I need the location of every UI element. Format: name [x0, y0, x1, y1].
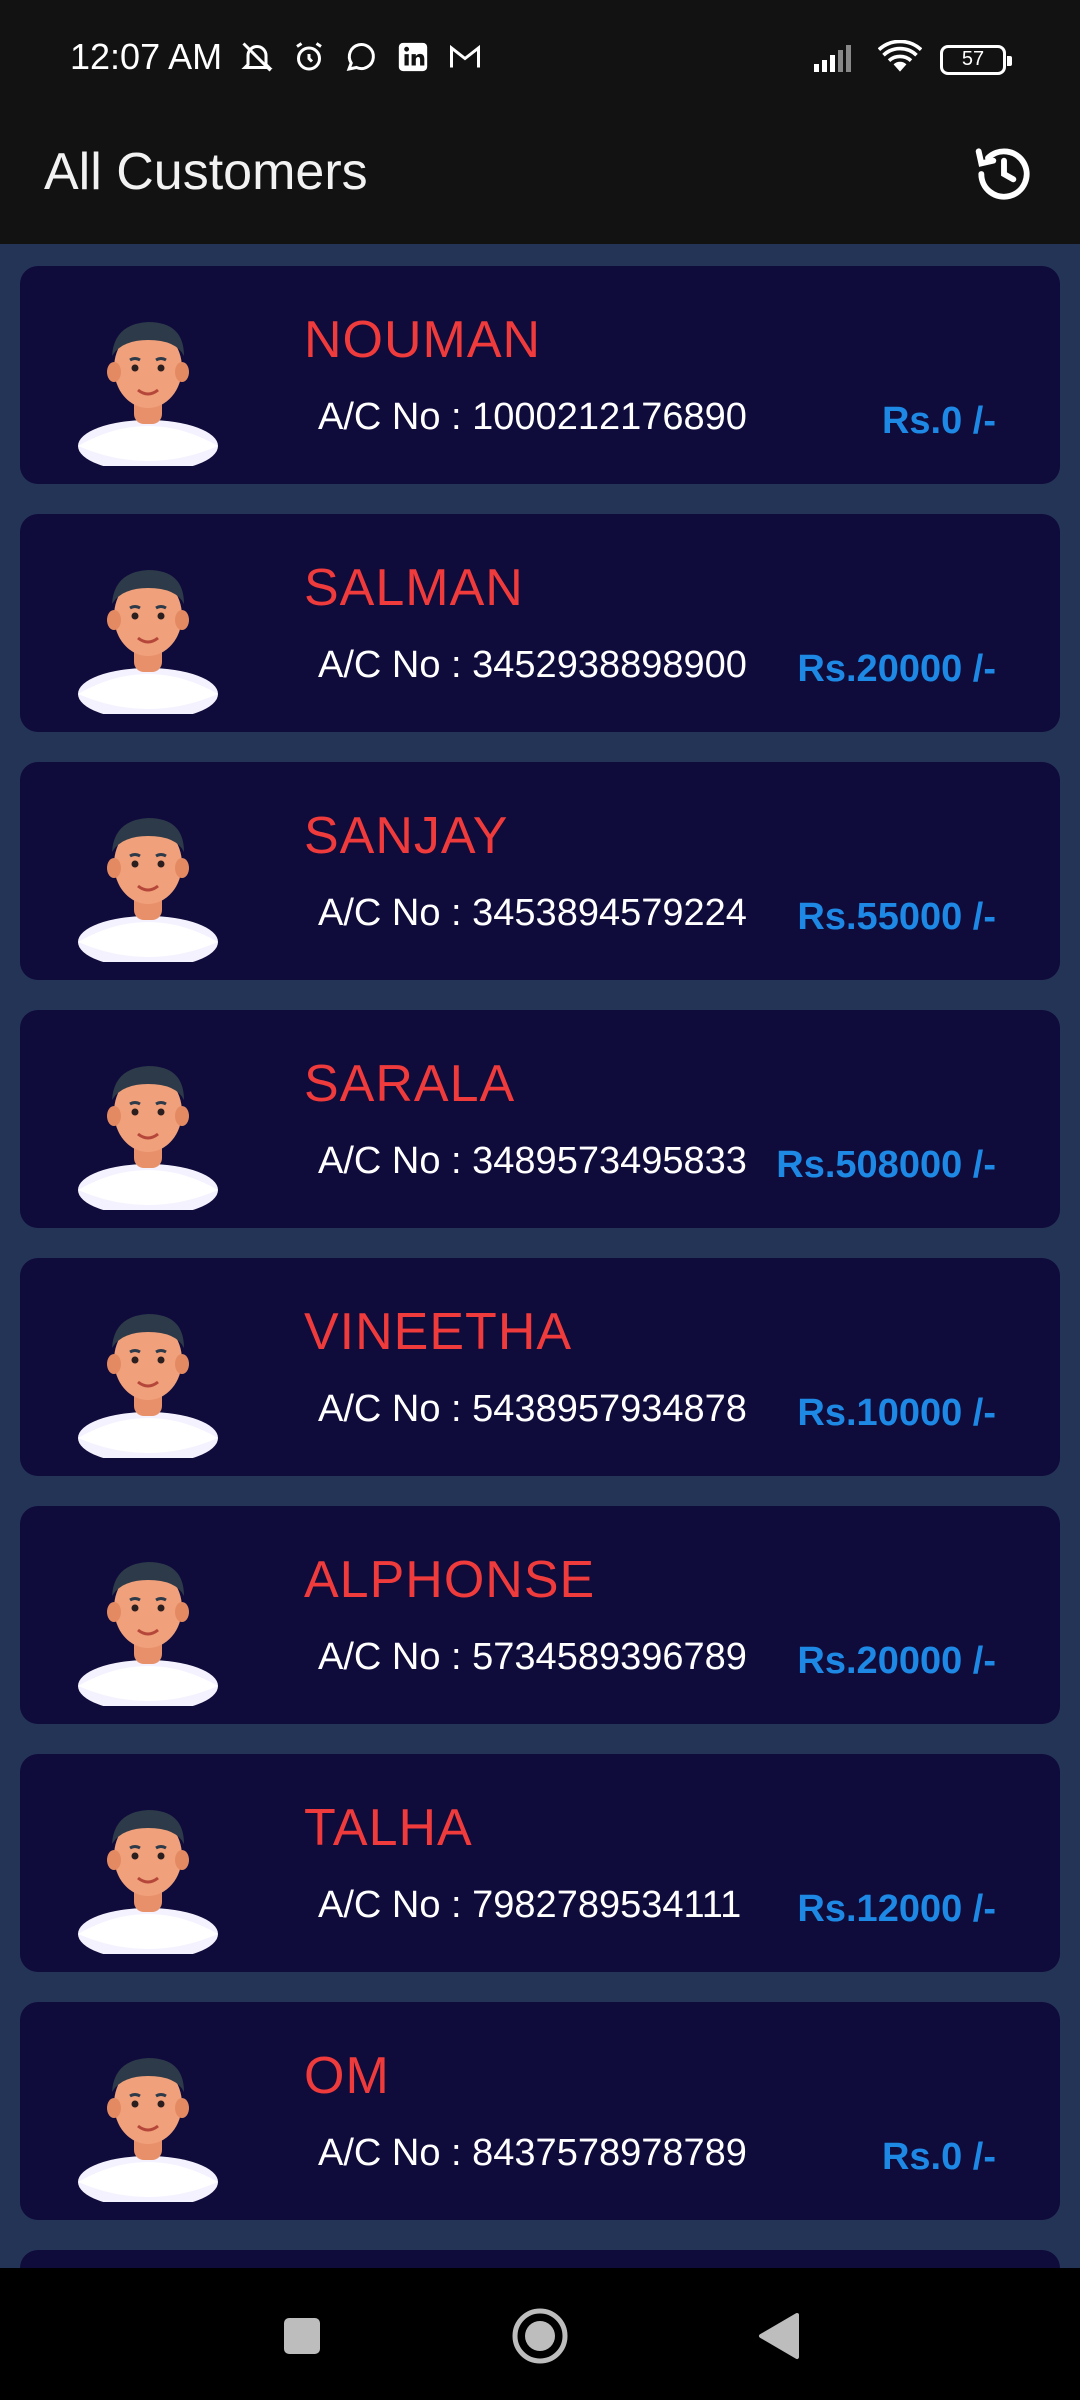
- account-number: A/C No : 5734589396789: [318, 1636, 747, 1678]
- recents-button[interactable]: [272, 2308, 332, 2368]
- customer-name: NOUMAN: [304, 311, 542, 369]
- back-button[interactable]: [748, 2308, 808, 2368]
- battery-icon: 57: [940, 44, 1012, 75]
- mute-icon: [238, 38, 276, 76]
- balance-amount: Rs.0 /-: [881, 2136, 996, 2178]
- balance-amount: Rs.0 /-: [881, 400, 996, 442]
- customer-name: SALMAN: [304, 559, 524, 617]
- balance-amount: Rs.508000 /-: [776, 1144, 996, 1186]
- customer-list[interactable]: NOUMAN A/C No : 1000212176890 Rs.0 /- SA…: [0, 244, 1080, 2268]
- app-bar: All Customers: [0, 112, 1080, 244]
- avatar: [58, 2042, 238, 2208]
- customer-name: VINEETHA: [304, 1303, 573, 1361]
- system-icons: 57: [814, 39, 1012, 79]
- account-number: A/C No : 3489573495833: [318, 1140, 747, 1182]
- account-number: A/C No : 3453894579224: [318, 892, 747, 934]
- customer-card[interactable]: OM A/C No : 8437578978789 Rs.0 /-: [20, 2002, 1060, 2220]
- balance-amount: Rs.12000 /-: [797, 1888, 996, 1930]
- history-button[interactable]: [964, 136, 1044, 216]
- balance-amount: Rs.55000 /-: [797, 896, 996, 938]
- account-number: A/C No : 5438957934878: [318, 1388, 747, 1430]
- customer-card[interactable]: SALMAN A/C No : 3452938898900 Rs.20000 /…: [20, 514, 1060, 732]
- customer-name: SARALA: [304, 1055, 516, 1113]
- customer-card[interactable]: NOUMAN A/C No : 1000212176890 Rs.0 /-: [20, 266, 1060, 484]
- account-number: A/C No : 3452938898900: [318, 644, 747, 686]
- customer-name: TALHA: [304, 1799, 473, 1857]
- balance-amount: Rs.20000 /-: [797, 648, 996, 690]
- customer-name: SANJAY: [304, 807, 509, 865]
- avatar: [58, 1050, 238, 1216]
- status-bar: 12:07 AM 57: [0, 0, 1080, 112]
- customer-card[interactable]: VINEETHA A/C No : 5438957934878 Rs.10000…: [20, 1258, 1060, 1476]
- customer-card[interactable]: ALPHONSE A/C No : 5734589396789 Rs.20000…: [20, 1506, 1060, 1724]
- avatar: [58, 1794, 238, 1960]
- whatsapp-icon: [342, 38, 380, 76]
- avatar: [58, 306, 238, 472]
- alarm-icon: [290, 38, 328, 76]
- account-number: A/C No : 8437578978789: [318, 2132, 747, 2174]
- customer-name: ALPHONSE: [304, 1551, 596, 1609]
- gmail-icon: [446, 38, 484, 76]
- circle-icon: [510, 2306, 570, 2371]
- page-title: All Customers: [44, 143, 368, 201]
- square-icon: [282, 2316, 322, 2361]
- balance-amount: Rs.10000 /-: [797, 1392, 996, 1434]
- customer-card[interactable]: TALHA A/C No : 7982789534111 Rs.12000 /-: [20, 1754, 1060, 1972]
- wifi-icon: [877, 39, 923, 79]
- home-button[interactable]: [510, 2308, 570, 2368]
- avatar: [58, 1298, 238, 1464]
- customer-card[interactable]: [20, 2250, 1060, 2268]
- account-number: A/C No : 1000212176890: [318, 396, 747, 438]
- balance-amount: Rs.20000 /-: [797, 1640, 996, 1682]
- customer-card[interactable]: SANJAY A/C No : 3453894579224 Rs.55000 /…: [20, 762, 1060, 980]
- linkedin-icon: [394, 38, 432, 76]
- history-icon: [972, 142, 1036, 211]
- customer-card[interactable]: SARALA A/C No : 3489573495833 Rs.508000 …: [20, 1010, 1060, 1228]
- account-number: A/C No : 7982789534111: [318, 1884, 742, 1926]
- avatar: [58, 554, 238, 720]
- notification-icons: [238, 38, 484, 76]
- signal-icon: [814, 42, 860, 77]
- customer-name: OM: [304, 2047, 390, 2105]
- avatar: [58, 1546, 238, 1712]
- status-time: 12:07 AM: [70, 36, 223, 77]
- back-triangle-icon: [755, 2311, 801, 2366]
- avatar: [58, 802, 238, 968]
- navigation-bar: [0, 2268, 1080, 2400]
